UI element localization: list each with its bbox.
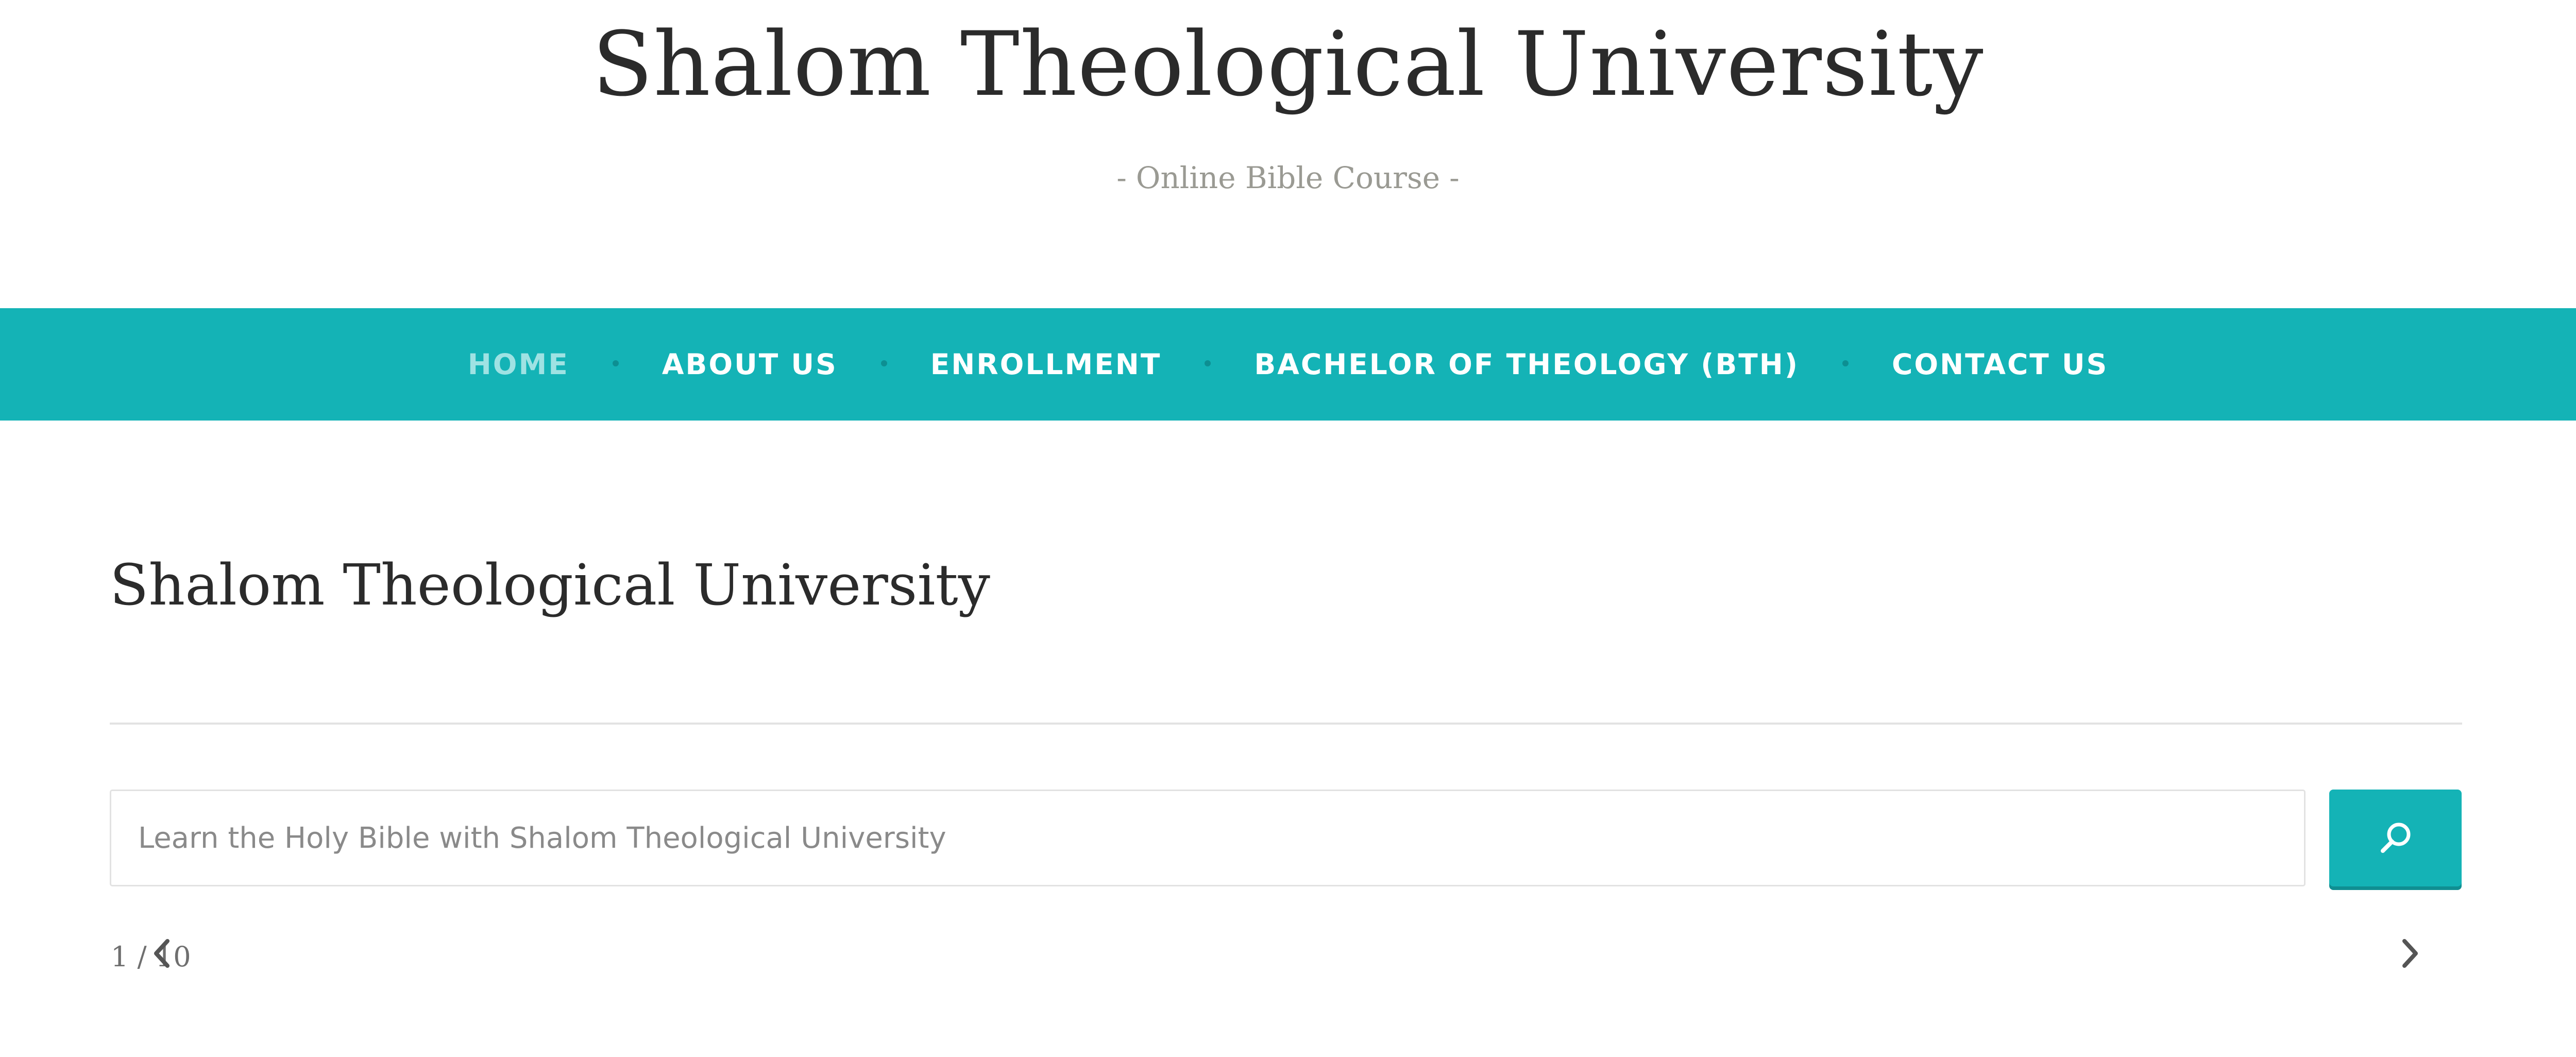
tagline-dash-left: - — [1116, 160, 1127, 195]
slider-prev-button[interactable] — [147, 934, 178, 973]
tagline-text: Online Bible Course — [1136, 160, 1440, 195]
site-tagline: - Online Bible Course - — [0, 155, 2576, 201]
slider-next-button[interactable] — [2394, 934, 2425, 973]
page-title: Shalom Theological University — [110, 552, 990, 618]
nav-separator-dot — [1205, 360, 1211, 366]
search-button[interactable] — [2329, 790, 2462, 886]
site-title[interactable]: Shalom Theological University — [0, 8, 2576, 121]
nav-separator-dot — [612, 360, 619, 366]
main-navigation: HOME ABOUT US ENROLLMENT BACHELOR OF THE… — [0, 308, 2576, 421]
nav-item-home[interactable]: HOME — [468, 348, 569, 381]
nav-list: HOME ABOUT US ENROLLMENT BACHELOR OF THE… — [468, 348, 2109, 381]
nav-separator-dot — [880, 360, 887, 366]
search-input[interactable] — [110, 790, 2306, 886]
content-divider — [110, 723, 2462, 725]
nav-item-enrollment[interactable]: ENROLLMENT — [930, 348, 1162, 381]
nav-item-bachelor-of-theology[interactable]: BACHELOR OF THEOLOGY (BTH) — [1254, 348, 1799, 381]
chevron-left-icon — [147, 939, 178, 975]
nav-separator-dot — [1842, 360, 1849, 366]
nav-item-contact-us[interactable]: CONTACT US — [1892, 348, 2108, 381]
nav-item-about-us[interactable]: ABOUT US — [662, 348, 838, 381]
chevron-right-icon — [2394, 939, 2425, 975]
search-icon — [2378, 820, 2413, 855]
tagline-dash-right: - — [1449, 160, 1460, 195]
